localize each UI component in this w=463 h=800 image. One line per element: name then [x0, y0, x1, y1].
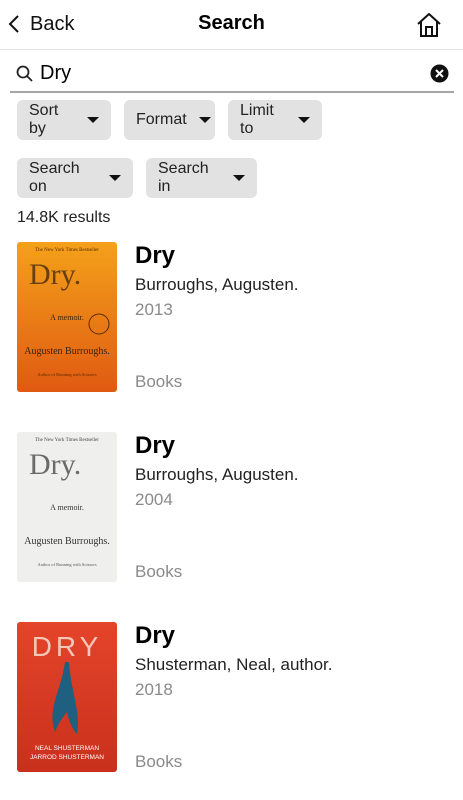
result-title[interactable]: Dry: [135, 242, 175, 270]
format-dropdown[interactable]: Format: [124, 100, 215, 140]
result-year: 2013: [135, 300, 173, 319]
book-cover-image: DRY NEAL SHUSTERMAN JARROD SHUSTERMAN: [17, 622, 117, 772]
result-author: Burroughs, Augusten.: [135, 465, 299, 484]
result-year: 2018: [135, 680, 173, 699]
result-year: 2004: [135, 490, 173, 509]
result-author: Burroughs, Augusten.: [135, 275, 299, 294]
results-count: 14.8K results: [17, 209, 111, 226]
cover-author-text: Augusten Burroughs.: [24, 346, 110, 357]
cover-tagline-text: Author of Running with Scissors: [37, 372, 97, 377]
limit-to-label: Limit to: [240, 102, 274, 137]
top-nav-bar: Back Search: [0, 0, 463, 50]
search-on-label: Search on: [29, 160, 80, 195]
caret-down-icon: [87, 117, 99, 123]
cover-author-text: Augusten Burroughs.: [24, 536, 110, 547]
cover-author-text: JARROD SHUSTERMAN: [30, 754, 104, 761]
search-icon: [16, 65, 33, 82]
result-format: Books: [135, 562, 183, 581]
book-cover-image: The New York Times Bestseller Dry. A mem…: [17, 432, 117, 582]
caret-down-icon: [298, 117, 310, 123]
cover-title-text: Dry.: [29, 448, 81, 481]
result-format: Books: [135, 752, 183, 771]
cover-title-text: DRY: [32, 631, 103, 662]
sort-by-dropdown[interactable]: Sort by: [17, 100, 111, 140]
result-author: Shusterman, Neal, author.: [135, 655, 333, 674]
cover-header-text: The New York Times Bestseller: [35, 438, 99, 443]
result-item[interactable]: The New York Times Bestseller Dry. A mem…: [0, 242, 463, 402]
search-in-label: Search in: [158, 160, 209, 195]
search-in-dropdown[interactable]: Search in: [146, 158, 257, 198]
limit-to-dropdown[interactable]: Limit to: [228, 100, 322, 140]
page-title: Search: [198, 12, 265, 34]
result-title[interactable]: Dry: [135, 432, 175, 460]
clear-search-icon[interactable]: [430, 64, 449, 83]
search-bar: [10, 57, 454, 93]
search-on-dropdown[interactable]: Search on: [17, 158, 133, 198]
search-input[interactable]: [40, 59, 420, 87]
cover-title-text: Dry.: [29, 258, 81, 291]
cover-header-text: The New York Times Bestseller: [35, 248, 99, 253]
result-format: Books: [135, 372, 183, 391]
cover-subtitle-text: A memoir.: [50, 313, 84, 322]
cover-tagline-text: Author of Running with Scissors: [37, 562, 97, 567]
caret-down-icon: [198, 117, 211, 123]
book-cover-image: The New York Times Bestseller Dry. A mem…: [17, 242, 117, 392]
result-item[interactable]: The New York Times Bestseller Dry. A mem…: [0, 432, 463, 592]
caret-down-icon: [109, 175, 121, 181]
format-label: Format: [136, 111, 187, 128]
caret-down-icon: [233, 175, 245, 181]
result-title[interactable]: Dry: [135, 622, 175, 650]
result-item[interactable]: DRY NEAL SHUSTERMAN JARROD SHUSTERMAN Dr…: [0, 622, 463, 782]
cover-author-text: NEAL SHUSTERMAN: [35, 745, 99, 752]
sort-by-label: Sort by: [29, 102, 59, 137]
home-icon[interactable]: [415, 11, 443, 39]
cover-subtitle-text: A memoir.: [50, 503, 84, 512]
